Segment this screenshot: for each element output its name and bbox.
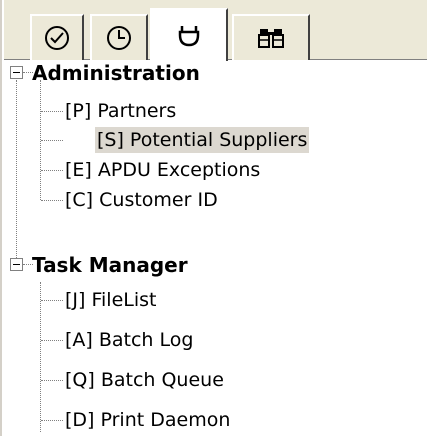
tree-line [41,420,63,421]
tree-item-potential-suppliers[interactable]: [S] Potential Suppliers [95,127,310,153]
tree-item-batch-queue[interactable]: [Q] Batch Queue [63,367,226,393]
tab-plug[interactable] [150,8,228,61]
tree-item-partners[interactable]: [P] Partners [63,98,178,124]
tree-group-task-manager[interactable]: Task Manager [30,252,190,278]
navigator-panel: Administration [P] Partners [S] Potentia… [0,0,427,436]
tab-strip [4,0,427,61]
clock-check-icon [45,26,69,50]
tab-binoculars[interactable] [232,14,310,60]
tree-group-administration[interactable]: Administration [30,60,202,86]
tree-item-batch-log[interactable]: [A] Batch Log [63,327,195,353]
tree-item-apdu-exceptions[interactable]: [E] APDU Exceptions [63,157,262,183]
tree-item-customer-id[interactable]: [C] Customer ID [63,187,220,213]
tree-line [41,170,63,171]
collapse-toggle-task-manager[interactable] [10,258,23,271]
binoculars-icon [258,29,284,48]
tree-line [41,200,63,201]
clock-icon [107,26,131,50]
tree-line [41,111,63,112]
tree-view: Administration [P] Partners [S] Potentia… [4,60,427,436]
tree-line [41,140,63,141]
tree-line [41,300,63,301]
tree-line [16,80,17,264]
tree-line [41,380,63,381]
tab-clock[interactable] [90,14,148,60]
tree-line [41,340,63,341]
plug-icon [178,25,200,46]
tree-line [40,282,41,432]
tab-clock-check[interactable] [30,14,84,60]
collapse-toggle-administration[interactable] [10,66,23,79]
tree-item-filelist[interactable]: [J] FileList [63,287,158,313]
tree-item-print-daemon[interactable]: [D] Print Daemon [63,407,232,433]
